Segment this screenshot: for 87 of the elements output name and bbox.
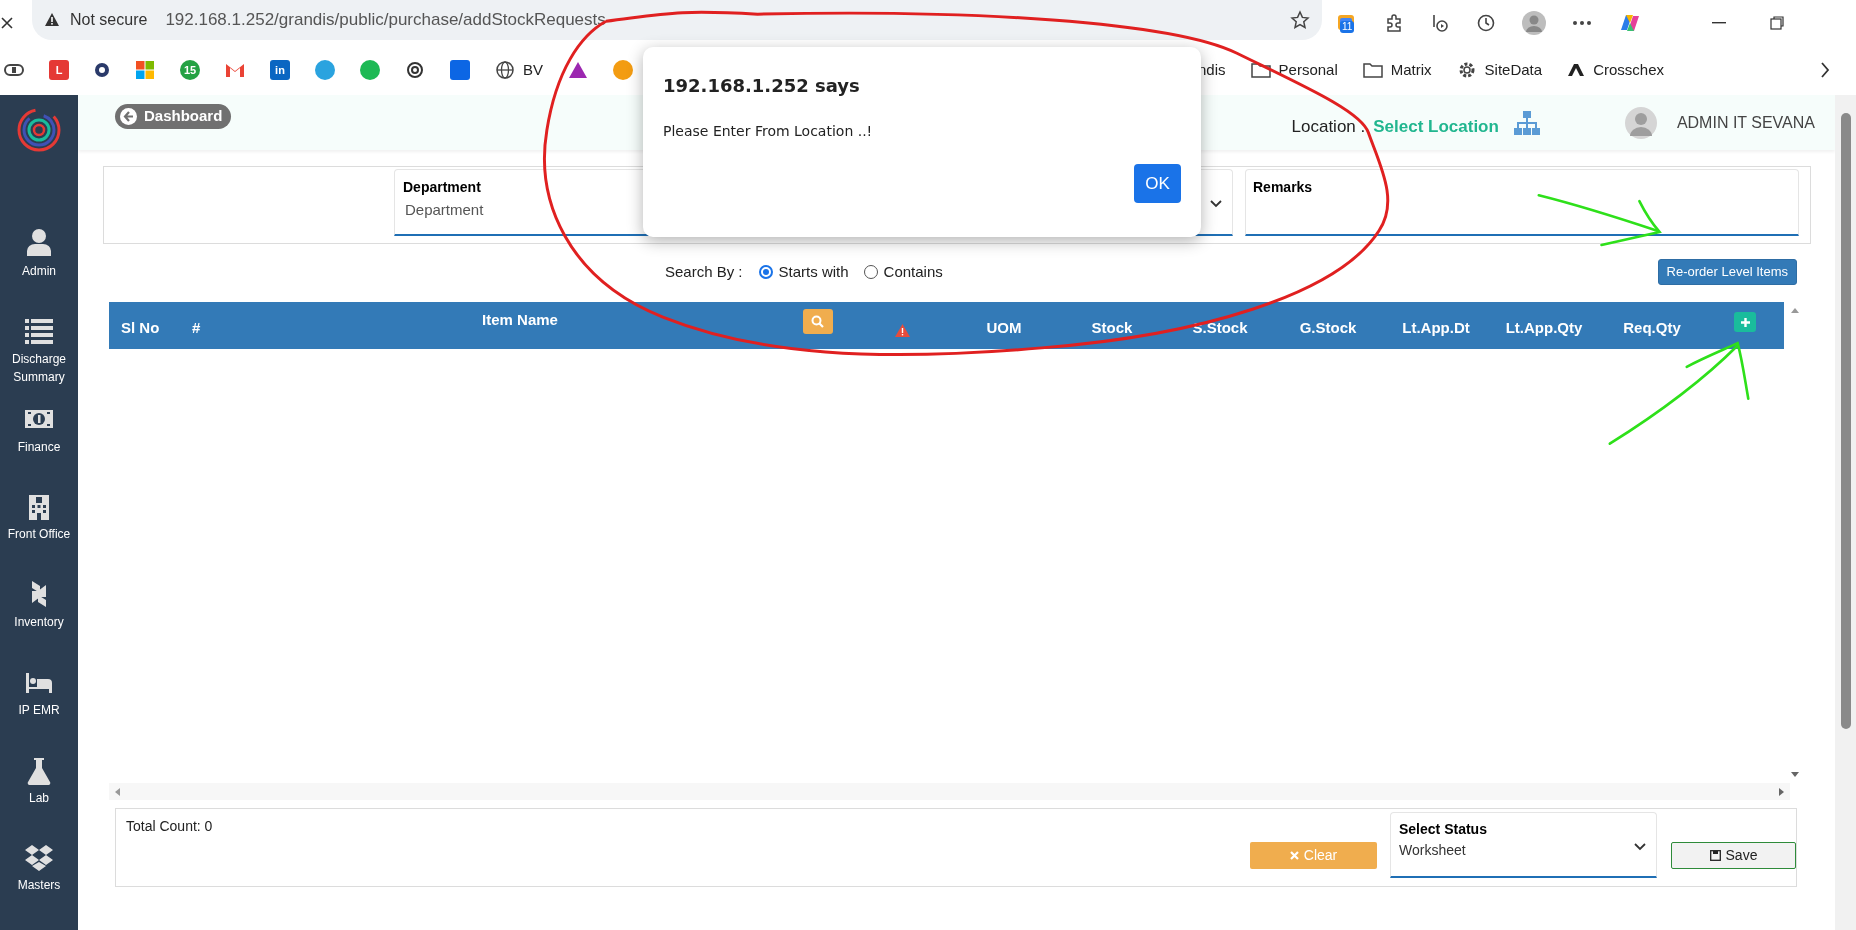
avatar-icon	[1624, 106, 1657, 139]
back-icon	[120, 108, 137, 125]
sidebar-item[interactable]: Inventory	[14, 613, 64, 631]
column-header: G.Stock	[1299, 317, 1357, 338]
reorder-button[interactable]: Re-order Level Items	[1657, 259, 1797, 285]
sidebar-item[interactable]: Front Office	[7, 525, 71, 544]
puzzle-icon[interactable]	[1384, 12, 1404, 33]
field-label: Remarks	[1253, 178, 1313, 197]
column-header: Lt.App.Dt	[1402, 317, 1470, 338]
user-icon	[24, 228, 54, 258]
status-dropdown[interactable]: Select Status Worksheet	[1390, 812, 1657, 878]
field-label: Department	[403, 178, 481, 197]
restore-icon[interactable]	[1770, 15, 1784, 30]
folder-icon	[1250, 62, 1271, 78]
windows-icon[interactable]	[135, 60, 155, 80]
column-header: Req.Qty	[1623, 317, 1681, 338]
bookmark-icon[interactable]	[4, 63, 24, 77]
warning-icon	[895, 324, 910, 337]
field-label: Select Status	[1399, 820, 1487, 839]
sitemap-icon[interactable]	[1512, 109, 1541, 136]
column-header: Stock	[1091, 317, 1133, 338]
column-header: UOM	[986, 317, 1022, 338]
sidebar-item[interactable]: Admin	[22, 262, 56, 280]
more-icon[interactable]	[1572, 19, 1592, 26]
bookmark-icon[interactable]	[94, 62, 110, 78]
sidebar-item[interactable]: IP EMR	[18, 700, 60, 719]
bookmark-link[interactable]: BV	[495, 58, 543, 82]
warning-icon	[44, 12, 60, 28]
ok-button[interactable]: OK	[1134, 164, 1181, 203]
bookmark-link[interactable]: SiteData	[1456, 58, 1543, 82]
logo-icon	[16, 107, 62, 153]
sidebar-item[interactable]: Masters	[17, 876, 61, 895]
column-header: #	[192, 317, 201, 338]
minimize-icon[interactable]	[1712, 21, 1726, 24]
radio-option[interactable]: Contains	[863, 260, 943, 284]
sidebar-item[interactable]: Finance	[17, 437, 61, 456]
chevron-right-icon[interactable]	[1820, 62, 1830, 78]
chevron-down-icon	[1210, 200, 1222, 208]
column-header: Sl No	[121, 317, 160, 338]
scrollbar[interactable]	[109, 783, 1790, 800]
mail-icon[interactable]	[225, 62, 245, 78]
scroll-right-icon[interactable]	[1779, 787, 1784, 796]
search-by-label: Search By :	[665, 261, 743, 282]
column-header: Lt.App.Qty	[1505, 317, 1583, 338]
scroll-up-icon[interactable]	[1791, 308, 1799, 313]
plus-icon	[1739, 316, 1751, 328]
boxes-icon	[24, 842, 54, 873]
close-icon[interactable]	[0, 15, 14, 30]
bookmark-link[interactable]: Matrix	[1362, 58, 1432, 82]
search-icon	[811, 315, 824, 328]
total-count: Total Count: 0	[126, 818, 213, 834]
history-icon[interactable]	[1476, 12, 1496, 33]
bookmark-icon[interactable]: in	[270, 60, 290, 80]
scroll-down-icon[interactable]	[1791, 772, 1799, 777]
scroll-left-icon[interactable]	[115, 787, 120, 796]
logo-icon	[1567, 63, 1586, 77]
bookmark-icon[interactable]: L	[49, 60, 69, 80]
security-label: Not secure	[70, 10, 148, 30]
avatar-icon[interactable]	[1522, 10, 1546, 35]
floppy-icon	[1709, 850, 1721, 861]
placeholder-text: Department	[405, 200, 484, 220]
remarks-field[interactable]: Remarks	[1245, 169, 1799, 236]
dashboard-button[interactable]: Dashboard	[115, 104, 232, 129]
dialog-message: Please Enter From Location ..!	[663, 122, 874, 141]
field-value: Worksheet	[1399, 841, 1466, 860]
sidebar-item[interactable]: Lab	[29, 788, 49, 807]
save-button[interactable]: Save	[1671, 842, 1796, 869]
scrollbar[interactable]	[1835, 95, 1856, 930]
column-header: Item Name	[482, 310, 558, 330]
bookmark-icon[interactable]	[405, 60, 425, 80]
address-bar[interactable]: Not secure 192.168.1.252/grandis/public/purchase/addStockRequests	[32, 0, 1322, 40]
triangle-icon[interactable]	[568, 61, 588, 79]
bookmark-link[interactable]: Crosschex	[1567, 58, 1664, 82]
radio-option[interactable]: Starts with	[758, 260, 849, 284]
url-text: 192.168.1.252/grandis/public/purchase/addStockRequests	[165, 9, 606, 32]
globe-icon	[495, 60, 515, 80]
search-button[interactable]	[802, 309, 833, 334]
sidebar-item[interactable]: Discharge Summary	[0, 349, 78, 386]
media-icon[interactable]	[1430, 12, 1450, 33]
user-name: ADMIN IT SEVANA	[1676, 112, 1815, 133]
close-icon	[1289, 851, 1299, 860]
add-button[interactable]	[1734, 312, 1756, 332]
star-icon[interactable]	[1290, 10, 1310, 30]
chevron-down-icon	[1634, 843, 1646, 851]
folder-icon	[1362, 62, 1383, 78]
bookmark-link[interactable]: Personal	[1250, 58, 1338, 82]
dialog-title: 192.168.1.252 says	[663, 74, 861, 98]
